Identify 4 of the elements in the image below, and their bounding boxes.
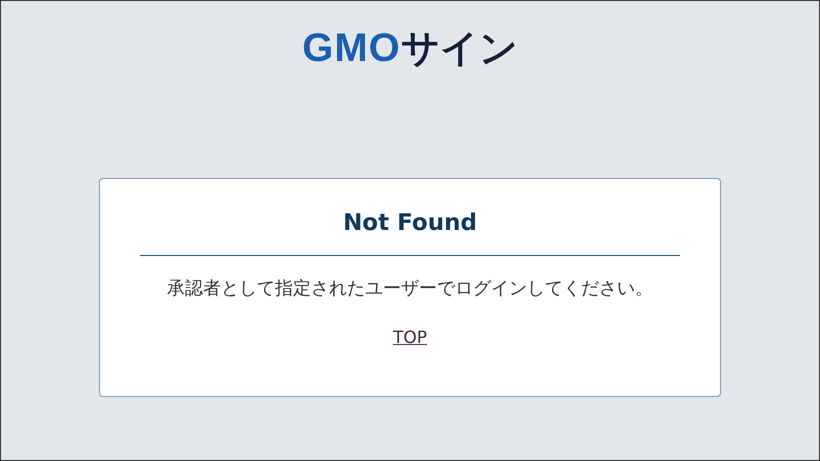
logo: GMOサイン (302, 25, 518, 72)
message-text: 承認者として指定されたユーザーでログインしてください。 (167, 277, 653, 301)
card-title: Not Found (343, 209, 477, 238)
top-link[interactable]: TOP (392, 328, 428, 348)
